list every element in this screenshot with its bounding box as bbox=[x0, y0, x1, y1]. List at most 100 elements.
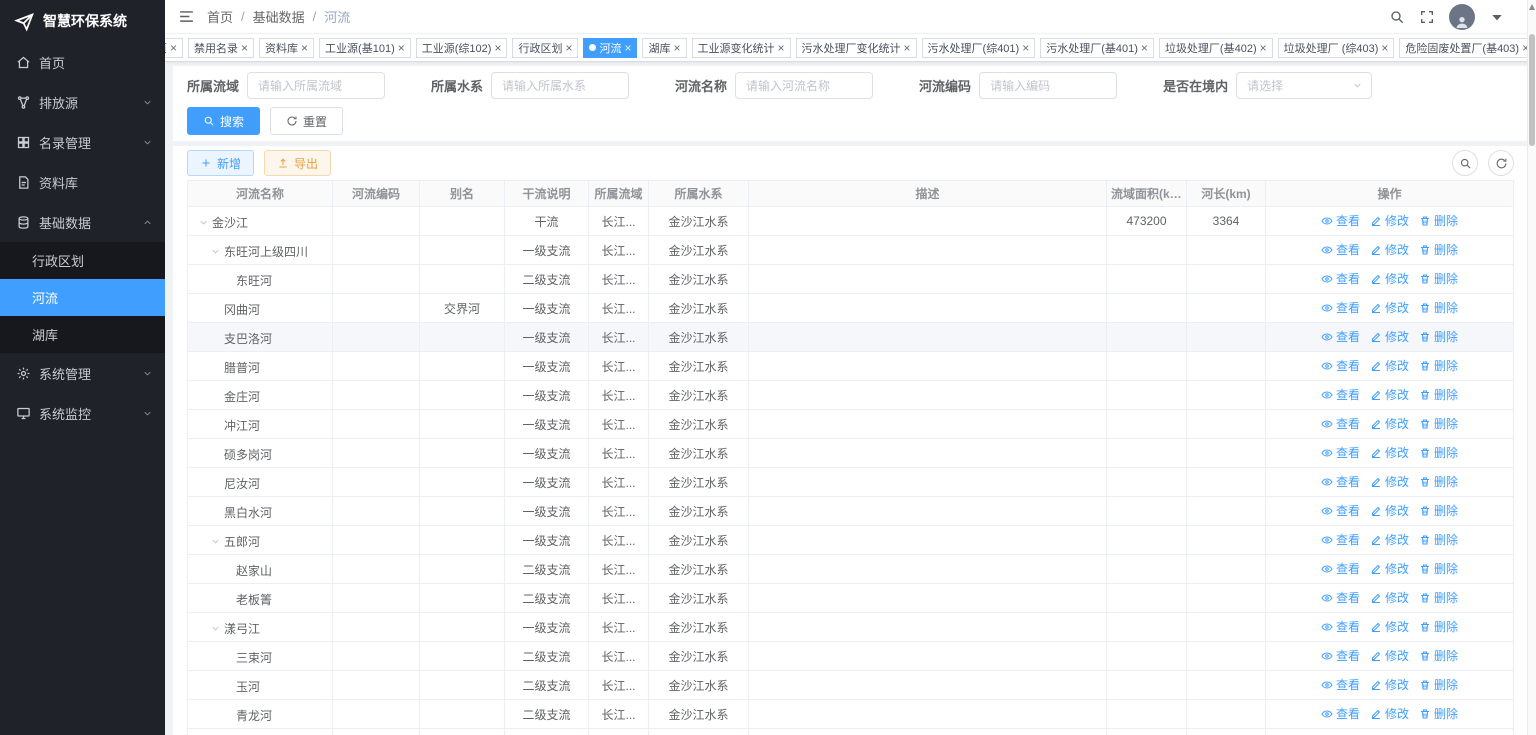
edit-button[interactable]: 修改 bbox=[1370, 444, 1409, 461]
sidebar-item-system-monitoring[interactable]: 系统监控 bbox=[0, 393, 165, 433]
filter-input-river-name[interactable] bbox=[735, 72, 874, 99]
expand-caret-icon[interactable] bbox=[210, 623, 224, 634]
tab-lake-reservoir[interactable]: 湖库 × bbox=[642, 37, 687, 58]
view-button[interactable]: 查看 bbox=[1321, 270, 1360, 287]
delete-button[interactable]: 删除 bbox=[1419, 705, 1458, 722]
export-button[interactable]: 导出 bbox=[264, 150, 332, 176]
delete-button[interactable]: 删除 bbox=[1419, 618, 1458, 635]
fullscreen-icon[interactable] bbox=[1419, 9, 1435, 25]
tab-close-icon[interactable]: × bbox=[398, 42, 405, 54]
table-search-button[interactable] bbox=[1452, 150, 1478, 176]
view-button[interactable]: 查看 bbox=[1321, 676, 1360, 693]
sidebar-subitem-river[interactable]: 河流 bbox=[0, 279, 165, 316]
hamburger-icon[interactable] bbox=[178, 8, 195, 25]
delete-button[interactable]: 删除 bbox=[1419, 444, 1458, 461]
tab-industrial-source-stats[interactable]: 工业源变化统计 × bbox=[691, 37, 791, 58]
expand-caret-icon[interactable] bbox=[198, 217, 212, 228]
tab-waste-plant-base402[interactable]: 垃圾处理厂(基402) × bbox=[1158, 37, 1273, 58]
delete-button[interactable]: 删除 bbox=[1419, 299, 1458, 316]
filter-input-river-code[interactable] bbox=[979, 72, 1118, 99]
edit-button[interactable]: 修改 bbox=[1370, 705, 1409, 722]
sidebar-subitem-lake-reservoir[interactable]: 湖库 bbox=[0, 316, 165, 353]
tab-close-icon[interactable]: × bbox=[673, 42, 680, 54]
view-button[interactable]: 查看 bbox=[1321, 386, 1360, 403]
tab-disabled-directory[interactable]: 禁用名录 × bbox=[188, 37, 255, 58]
view-button[interactable]: 查看 bbox=[1321, 415, 1360, 432]
delete-button[interactable]: 删除 bbox=[1419, 241, 1458, 258]
sidebar-item-base-data[interactable]: 基础数据 bbox=[0, 202, 165, 242]
search-button[interactable]: 搜索 bbox=[187, 107, 261, 135]
tab-industrial-source-base101[interactable]: 工业源(基101) × bbox=[319, 37, 411, 58]
delete-button[interactable]: 删除 bbox=[1419, 589, 1458, 606]
scrollbar-thumb[interactable] bbox=[1529, 34, 1535, 146]
tab-close-icon[interactable]: × bbox=[624, 42, 631, 54]
view-button[interactable]: 查看 bbox=[1321, 618, 1360, 635]
delete-button[interactable]: 删除 bbox=[1419, 473, 1458, 490]
edit-button[interactable]: 修改 bbox=[1370, 473, 1409, 490]
delete-button[interactable]: 删除 bbox=[1419, 386, 1458, 403]
delete-button[interactable]: 删除 bbox=[1419, 415, 1458, 432]
view-button[interactable]: 查看 bbox=[1321, 444, 1360, 461]
delete-button[interactable]: 删除 bbox=[1419, 531, 1458, 548]
tab-close-icon[interactable]: × bbox=[1022, 42, 1029, 54]
tab-hazardous-waste-plant-base403[interactable]: 危险固废处置厂(基403) × bbox=[1399, 37, 1536, 58]
edit-button[interactable]: 修改 bbox=[1370, 647, 1409, 664]
tab-industrial-source-zong102[interactable]: 工业源(综102) × bbox=[415, 37, 508, 58]
edit-button[interactable]: 修改 bbox=[1370, 502, 1409, 519]
view-button[interactable]: 查看 bbox=[1321, 531, 1360, 548]
view-button[interactable]: 查看 bbox=[1321, 560, 1360, 577]
edit-button[interactable]: 修改 bbox=[1370, 618, 1409, 635]
sidebar-item-directory-management[interactable]: 名录管理 bbox=[0, 122, 165, 162]
expand-caret-icon[interactable] bbox=[210, 536, 224, 547]
tab-data-library[interactable]: 资料库 × bbox=[259, 37, 315, 58]
filter-input-basin[interactable] bbox=[247, 72, 386, 99]
edit-button[interactable]: 修改 bbox=[1370, 560, 1409, 577]
edit-button[interactable]: 修改 bbox=[1370, 241, 1409, 258]
edit-button[interactable]: 修改 bbox=[1370, 589, 1409, 606]
scrollbar-up-arrow-icon[interactable] bbox=[1529, 4, 1535, 10]
edit-button[interactable]: 修改 bbox=[1370, 415, 1409, 432]
breadcrumb-item[interactable]: 首页 bbox=[207, 7, 233, 26]
view-button[interactable]: 查看 bbox=[1321, 241, 1360, 258]
tab-close-icon[interactable]: × bbox=[301, 42, 308, 54]
tab-admin-division[interactable]: 行政区划 × bbox=[512, 37, 579, 58]
edit-button[interactable]: 修改 bbox=[1370, 676, 1409, 693]
search-icon[interactable] bbox=[1389, 9, 1405, 25]
delete-button[interactable]: 删除 bbox=[1419, 676, 1458, 693]
delete-button[interactable]: 删除 bbox=[1419, 357, 1458, 374]
tab-waste-plant-zong403[interactable]: 垃圾处理厂 (综403) × bbox=[1277, 37, 1395, 58]
filter-input-water-system[interactable] bbox=[491, 72, 630, 99]
tab-river[interactable]: 河流 × bbox=[583, 37, 638, 58]
filter-select-in-territory[interactable]: 请选择 bbox=[1236, 72, 1373, 99]
tab-home[interactable]: 首页× bbox=[165, 37, 184, 58]
delete-button[interactable]: 删除 bbox=[1419, 212, 1458, 229]
page-scrollbar[interactable] bbox=[1527, 0, 1536, 735]
edit-button[interactable]: 修改 bbox=[1370, 212, 1409, 229]
view-button[interactable]: 查看 bbox=[1321, 589, 1360, 606]
tab-close-icon[interactable]: × bbox=[1141, 42, 1148, 54]
view-button[interactable]: 查看 bbox=[1321, 705, 1360, 722]
edit-button[interactable]: 修改 bbox=[1370, 357, 1409, 374]
view-button[interactable]: 查看 bbox=[1321, 212, 1360, 229]
tab-close-icon[interactable]: × bbox=[778, 42, 785, 54]
tab-close-icon[interactable]: × bbox=[1381, 42, 1388, 54]
edit-button[interactable]: 修改 bbox=[1370, 299, 1409, 316]
avatar[interactable] bbox=[1449, 3, 1475, 30]
delete-button[interactable]: 删除 bbox=[1419, 328, 1458, 345]
tab-close-icon[interactable]: × bbox=[494, 42, 501, 54]
tab-close-icon[interactable]: × bbox=[241, 42, 248, 54]
caret-down-icon[interactable] bbox=[1489, 9, 1505, 25]
tab-close-icon[interactable]: × bbox=[170, 42, 177, 54]
sidebar-subitem-admin-division[interactable]: 行政区划 bbox=[0, 242, 165, 279]
view-button[interactable]: 查看 bbox=[1321, 502, 1360, 519]
delete-button[interactable]: 删除 bbox=[1419, 270, 1458, 287]
view-button[interactable]: 查看 bbox=[1321, 357, 1360, 374]
tab-close-icon[interactable]: × bbox=[565, 42, 572, 54]
tab-close-icon[interactable]: × bbox=[1260, 42, 1267, 54]
delete-button[interactable]: 删除 bbox=[1419, 502, 1458, 519]
tab-sewage-plant-base401[interactable]: 污水处理厂(基401) × bbox=[1040, 37, 1154, 58]
delete-button[interactable]: 删除 bbox=[1419, 647, 1458, 664]
view-button[interactable]: 查看 bbox=[1321, 473, 1360, 490]
add-button[interactable]: 新增 bbox=[187, 150, 255, 176]
sidebar-item-data-library[interactable]: 资料库 bbox=[0, 162, 165, 202]
